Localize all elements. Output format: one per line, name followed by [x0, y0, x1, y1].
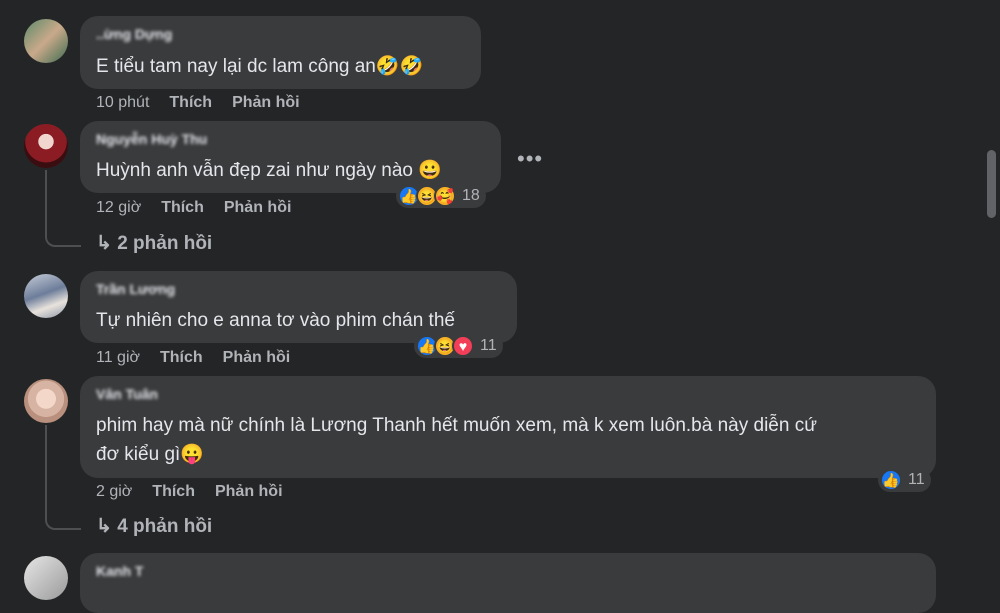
like-button[interactable]: Thích [161, 199, 204, 216]
comment-text-line-1: phim hay mà nữ chính là Lương Thanh hết … [96, 415, 817, 436]
comment-author[interactable]: ..ừng Dựng [96, 26, 172, 42]
comment-text: E tiểu tam nay lại dc lam công an🤣🤣 [96, 56, 424, 77]
view-replies-link[interactable]: ↳ 2 phản hồi [96, 232, 212, 255]
avatar[interactable] [24, 19, 68, 63]
replies-count: 2 phản hồi [117, 233, 213, 254]
reply-button[interactable]: Phản hồi [232, 94, 300, 111]
like-button[interactable]: Thích [152, 483, 195, 500]
comment-meta: 2 giờ Thích Phản hồi [96, 483, 303, 501]
comment-bubble: Kanh T [80, 553, 936, 613]
comment-time[interactable]: 2 giờ [96, 483, 132, 500]
avatar[interactable] [24, 556, 68, 600]
reaction-count: 11 [480, 337, 497, 354]
reply-button[interactable]: Phản hồi [224, 199, 292, 216]
reaction-summary[interactable]: 👍 11 [878, 468, 931, 492]
comment-text: Tự nhiên cho e anna tơ vào phim chán thế [96, 310, 455, 331]
comment-time[interactable]: 10 phút [96, 94, 149, 111]
replies-count: 4 phản hồi [117, 516, 213, 537]
care-icon: 🥰 [434, 185, 456, 207]
comment-meta: 12 giờ Thích Phản hồi [96, 199, 311, 217]
like-icon: 👍 [880, 469, 902, 491]
comment-text-line-2: đơ kiểu gì😛 [96, 444, 204, 465]
comment-time[interactable]: 11 giờ [96, 349, 140, 366]
reply-thread-line [45, 170, 81, 247]
love-icon: ♥ [452, 335, 474, 357]
avatar[interactable] [24, 274, 68, 318]
reply-button[interactable]: Phản hồi [223, 349, 291, 366]
reply-arrow-icon: ↳ [96, 516, 112, 537]
more-options-icon[interactable]: ••• [517, 146, 543, 172]
reply-thread-line [45, 425, 81, 530]
scrollbar-thumb[interactable] [987, 150, 996, 218]
scrollbar-track[interactable] [982, 0, 1000, 573]
reply-arrow-icon: ↳ [96, 233, 112, 254]
avatar[interactable] [24, 124, 68, 168]
reaction-summary[interactable]: 👍 😆 🥰 18 [396, 184, 486, 208]
reaction-summary[interactable]: 👍 😆 ♥ 11 [414, 334, 503, 358]
reaction-count: 18 [462, 187, 480, 204]
comment-author[interactable]: Vân Tuân [96, 386, 158, 402]
reaction-count: 11 [908, 471, 925, 488]
comment-bubble: ..ừng Dựng E tiểu tam nay lại dc lam côn… [80, 16, 481, 89]
like-button[interactable]: Thích [169, 94, 212, 111]
reply-button[interactable]: Phản hồi [215, 483, 283, 500]
comment-meta: 10 phút Thích Phản hồi [96, 94, 320, 112]
comment-author[interactable]: Kanh T [96, 563, 143, 579]
avatar[interactable] [24, 379, 68, 423]
view-replies-link[interactable]: ↳ 4 phản hồi [96, 515, 212, 538]
comment-author[interactable]: Nguyễn Huỳ Thu [96, 131, 207, 147]
comment-author[interactable]: Trần Lương [96, 281, 175, 297]
comment-bubble: Vân Tuân phim hay mà nữ chính là Lương T… [80, 376, 936, 478]
comment-meta: 11 giờ Thích Phản hồi [96, 349, 310, 367]
comment-bubble: Trần Lương Tự nhiên cho e anna tơ vào ph… [80, 271, 517, 343]
comment-time[interactable]: 12 giờ [96, 199, 141, 216]
comment-bubble: Nguyễn Huỳ Thu Huỳnh anh vẫn đẹp zai như… [80, 121, 501, 193]
comment-text: Huỳnh anh vẫn đẹp zai như ngày nào 😀 [96, 160, 442, 181]
like-button[interactable]: Thích [160, 349, 203, 366]
